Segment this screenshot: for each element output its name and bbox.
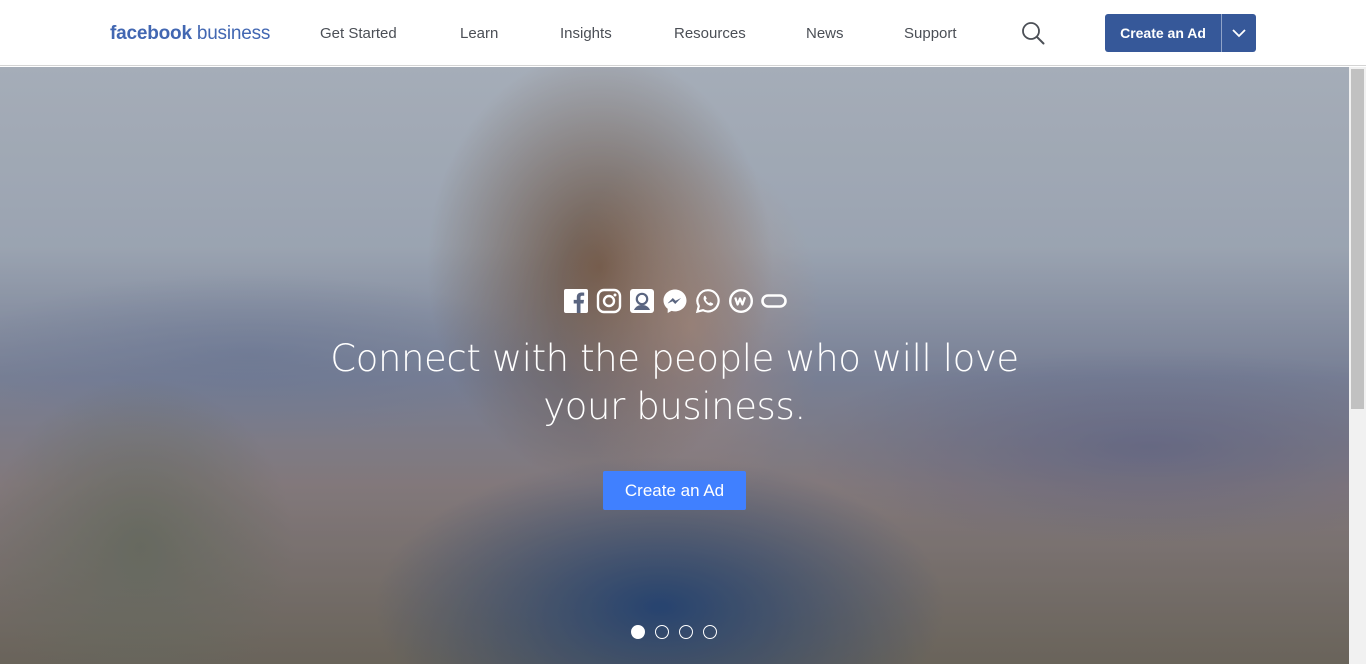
create-ad-dropdown-button[interactable] — [1222, 14, 1256, 52]
scrollbar-thumb[interactable] — [1351, 69, 1364, 409]
carousel-indicators — [631, 625, 717, 639]
facebook-business-logo[interactable]: facebook business — [110, 22, 270, 46]
facebook-icon — [564, 289, 588, 313]
hero-banner: Connect with the people who will love yo… — [0, 67, 1349, 664]
nav-resources[interactable]: Resources — [674, 24, 746, 44]
carousel-dot[interactable] — [631, 625, 645, 639]
logo-brand: facebook — [110, 23, 192, 44]
nav-news[interactable]: News — [806, 24, 844, 44]
search-button[interactable] — [1020, 20, 1046, 46]
hero-create-ad-button[interactable]: Create an Ad — [603, 471, 746, 510]
logo-word: business — [196, 23, 271, 44]
instagram-icon — [596, 288, 622, 314]
carousel-dot[interactable] — [655, 625, 669, 639]
messenger-icon — [663, 289, 687, 313]
workplace-icon — [728, 288, 754, 314]
oculus-icon — [761, 294, 787, 308]
nav-get-started[interactable]: Get Started — [320, 24, 397, 44]
chevron-down-icon — [1232, 28, 1246, 37]
page-scrollbar[interactable] — [1349, 67, 1366, 664]
nav-insights[interactable]: Insights — [560, 24, 612, 44]
create-ad-button[interactable]: Create an Ad — [1105, 14, 1222, 52]
search-icon — [1022, 22, 1045, 45]
nav-learn[interactable]: Learn — [460, 24, 498, 44]
nav-support[interactable]: Support — [904, 24, 957, 44]
whatsapp-icon — [695, 289, 720, 314]
hero-headline: Connect with the people who will love yo… — [330, 337, 1019, 428]
carousel-dot[interactable] — [703, 625, 717, 639]
create-ad-button-group: Create an Ad — [1105, 14, 1256, 52]
carousel-dot[interactable] — [679, 625, 693, 639]
top-navigation: facebook business Get Started Learn Insig… — [0, 0, 1366, 66]
audience-network-icon — [630, 289, 654, 313]
app-icons-row — [563, 288, 787, 314]
